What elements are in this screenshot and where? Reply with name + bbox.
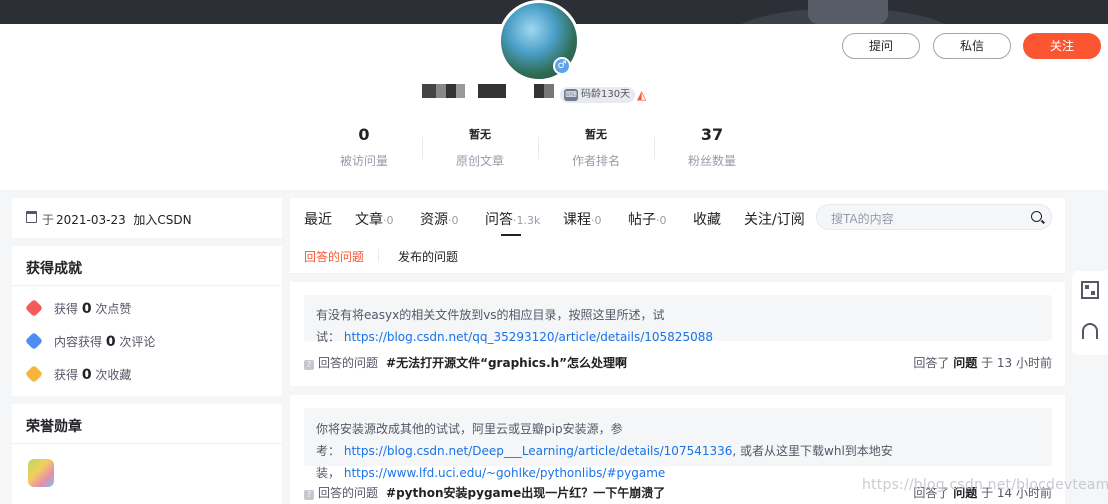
stat-label: 作者排名 — [571, 154, 620, 168]
customer-service-icon[interactable] — [1082, 323, 1098, 339]
answer-excerpt: 你将安装源改成其他的试试，阿里云或豆瓣pip安装源，参考： https://bl… — [304, 408, 1052, 480]
join-date-card: 于 2021-03-23 加入CSDN — [12, 198, 282, 238]
achievement-comments: 内容获得 0 次评论 — [24, 331, 155, 351]
blog-expert-icon: ◭ — [637, 88, 647, 102]
tab-articles[interactable]: 文章·0 — [355, 209, 394, 229]
qr-code-icon[interactable] — [1081, 281, 1099, 299]
join-date: 2021-03-23 加入CSDN — [56, 213, 192, 227]
watermark: https://blog.csdn.net/blocdevteam — [862, 477, 1108, 493]
profile-header: ♂ ⌨ 码龄130天 ◭ 提问 私信 关注 0 被访问量 暂无 原创文章 暂无 作… — [0, 0, 1108, 190]
subtab-divider — [378, 249, 379, 262]
tab-favorites[interactable]: 收藏 — [693, 209, 721, 229]
stat-value: 暂无 — [585, 128, 607, 141]
stat-label: 粉丝数量 — [687, 154, 736, 168]
tab-courses[interactable]: 课程·0 — [563, 209, 602, 229]
stat-value: 37 — [700, 125, 724, 144]
achievements-card: 获得成就 获得 0 次点赞 内容获得 0 次评论 获得 0 次收藏 — [12, 246, 282, 396]
tab-qa[interactable]: 问答·1.3k — [485, 209, 540, 229]
calendar-icon — [26, 211, 37, 223]
banner-illustration — [808, 0, 888, 24]
stat-label: 被访问量 — [339, 154, 388, 168]
tab-resources[interactable]: 资源·0 — [420, 209, 459, 229]
search-input[interactable]: 搜TA的内容 — [816, 204, 1052, 230]
answer-footer: ? 回答的问题 #无法打开源文件“graphics.h”怎么处理啊 回答了 问题 于… — [304, 354, 1052, 370]
stat-value: 暂无 — [469, 128, 491, 141]
medal-icon[interactable] — [28, 459, 54, 487]
subtab-published[interactable]: 发布的问题 — [398, 248, 458, 265]
stat-fans: 37 粉丝数量 — [654, 124, 770, 169]
achievement-favorites: 获得 0 次收藏 — [24, 364, 131, 384]
content-tabs: 最近 文章·0 资源·0 问答·1.3k 课程·0 帖子·0 收藏 关注/订阅 … — [290, 198, 1065, 238]
question-title[interactable]: #python安装pygame出现一片红？一下午崩溃了 — [386, 486, 665, 500]
join-prefix: 于 — [42, 213, 55, 227]
follow-button[interactable]: 关注 — [1023, 33, 1101, 59]
answer-time: 回答了 问题 于 13 小时前 — [913, 356, 1052, 370]
qa-subtabs: 回答的问题 发布的问题 — [290, 238, 1065, 274]
code-age-badge: ⌨ 码龄130天 — [560, 87, 636, 103]
achievement-likes: 获得 0 次点赞 — [24, 298, 131, 318]
active-tab-indicator — [501, 234, 521, 236]
question-icon: ? — [304, 360, 314, 370]
question-title[interactable]: #无法打开源文件“graphics.h”怎么处理啊 — [386, 356, 627, 370]
list-gap — [290, 386, 1065, 395]
like-badge-icon — [24, 298, 44, 318]
achievements-title: 获得成就 — [12, 246, 282, 286]
message-button[interactable]: 私信 — [933, 33, 1011, 59]
tab-following[interactable]: 关注/订阅 — [744, 209, 805, 229]
floating-toolbar — [1072, 271, 1108, 355]
answer-item[interactable]: 有没有将easyx的相关文件放到vs的相应目录，按照这里所述，试试： https… — [290, 282, 1065, 386]
list-gap — [290, 274, 1065, 282]
question-icon: ? — [304, 490, 314, 500]
search-placeholder: 搜TA的内容 — [831, 212, 894, 226]
ask-button[interactable]: 提问 — [842, 33, 920, 59]
honor-medals-card: 荣誉勋章 — [12, 404, 282, 504]
medals-title: 荣誉勋章 — [12, 404, 282, 444]
tab-posts[interactable]: 帖子·0 — [628, 209, 667, 229]
gender-male-icon: ♂ — [553, 57, 571, 75]
answer-link[interactable]: https://blog.csdn.net/Deep___Learning/ar… — [344, 444, 733, 458]
stat-author-rank: 暂无 作者排名 — [538, 124, 654, 169]
subtab-answered[interactable]: 回答的问题 — [304, 248, 364, 265]
code-age-icon: ⌨ — [564, 89, 578, 101]
main-content: 最近 文章·0 资源·0 问答·1.3k 课程·0 帖子·0 收藏 关注/订阅 … — [290, 198, 1065, 504]
stat-original-articles: 暂无 原创文章 — [422, 124, 538, 169]
stat-value: 0 — [358, 125, 370, 144]
search-icon[interactable] — [1031, 211, 1042, 222]
answer-link[interactable]: https://blog.csdn.net/qq_35293120/articl… — [344, 330, 713, 344]
tab-recent[interactable]: 最近 — [304, 209, 332, 229]
stat-label: 原创文章 — [455, 154, 504, 168]
comment-badge-icon — [24, 331, 44, 351]
answer-excerpt: 有没有将easyx的相关文件放到vs的相应目录，按照这里所述，试试： https… — [304, 295, 1052, 344]
favorite-badge-icon — [24, 364, 44, 384]
answer-link[interactable]: https://www.lfd.uci.edu/~gohlke/pythonli… — [344, 466, 665, 480]
stat-visits: 0 被访问量 — [306, 124, 422, 169]
